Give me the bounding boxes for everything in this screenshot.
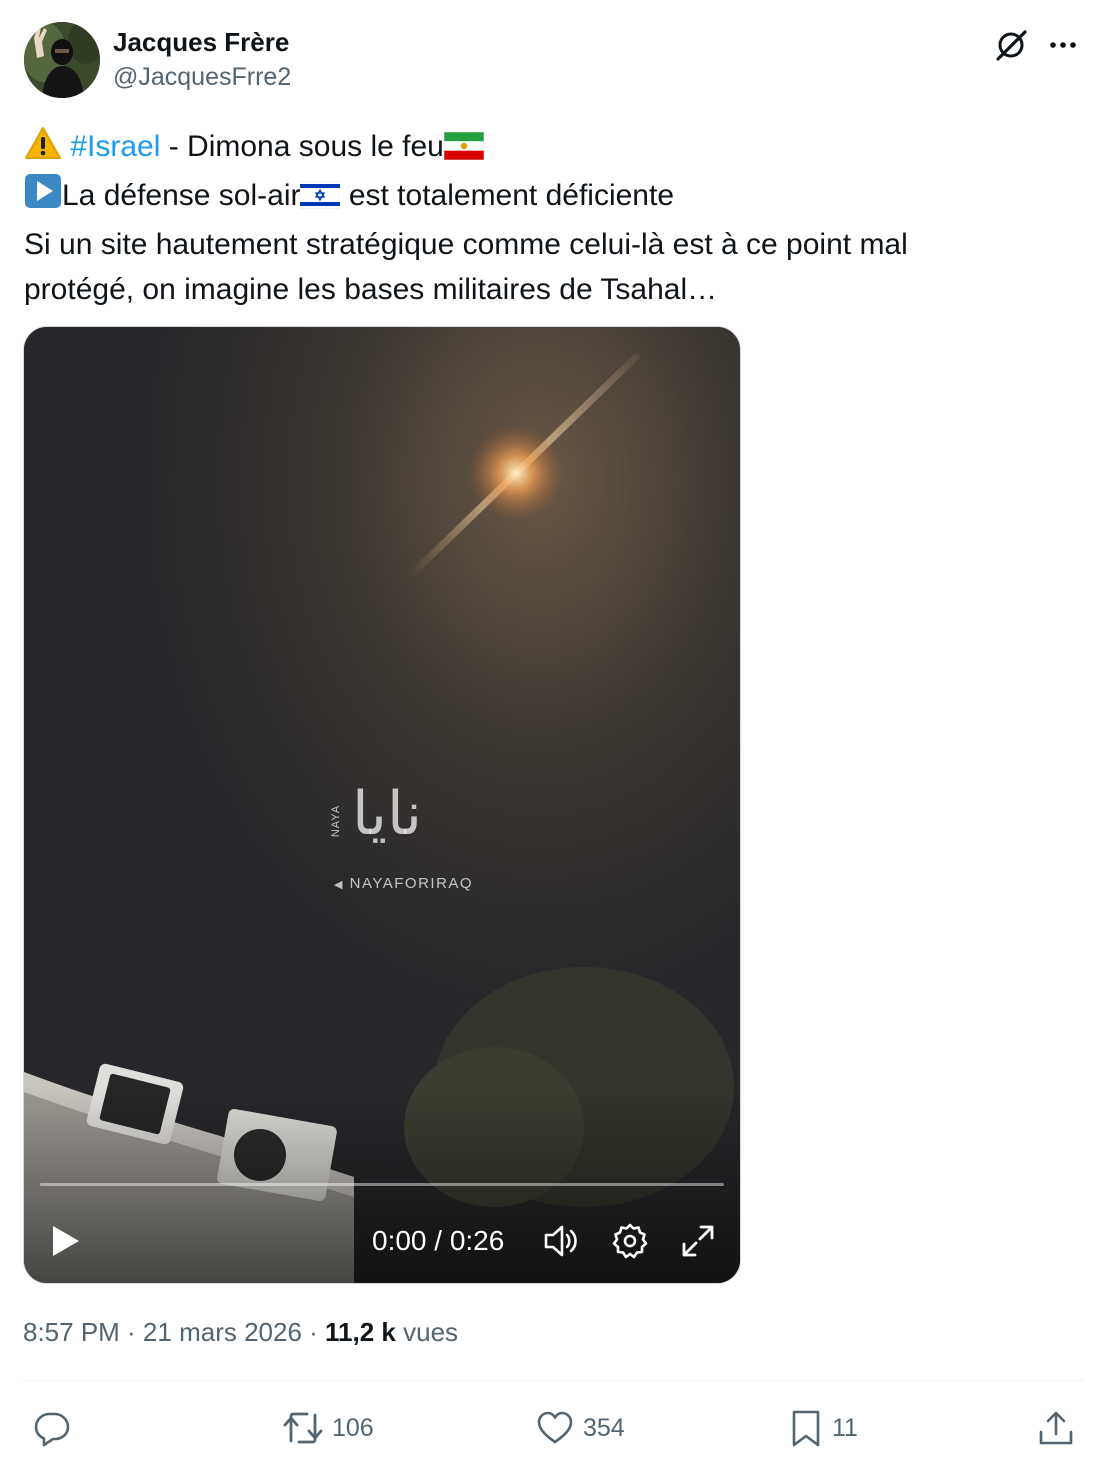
watermark-naya-small: NAYA (330, 804, 343, 838)
reply-icon (34, 1412, 70, 1447)
tweet-timestamp[interactable]: 8:57 PM · 21 mars 2026 · (23, 1317, 325, 1347)
tweet-header: Jacques Frère @JacquesFrre2 (24, 22, 1080, 102)
author-names: Jacques Frère @JacquesFrre2 (113, 26, 291, 94)
iran-flag-icon (443, 128, 485, 173)
bookmark-count: 11 (832, 1413, 858, 1442)
views-count: 11,2 k (325, 1317, 396, 1347)
watermark-arabic: نايا (352, 779, 422, 849)
video-progress-bar[interactable] (40, 1183, 724, 1186)
views-label: vues (395, 1317, 459, 1347)
action-bar: 106 354 11 (0, 1398, 1104, 1458)
israel-flag-icon (300, 177, 341, 222)
tweet-meta: 8:57 PM · 21 mars 2026 · 11,2 k vues (23, 1312, 458, 1352)
video-player[interactable]: نايا NAYA ◀ NAYAFORIRAQ 0:00 / 0:26 (23, 326, 741, 1284)
tweet-line-1: #Israel - Dimona sous le feu (24, 124, 1084, 173)
tweet-line-2-text-after: est totalement déficiente (340, 179, 675, 212)
play-icon[interactable] (48, 1223, 82, 1259)
grok-icon[interactable] (994, 28, 1028, 62)
watermark-handle: ◀ NAYAFORIRAQ (334, 875, 473, 892)
warning-icon (24, 126, 62, 173)
like-button[interactable]: 354 (535, 1398, 625, 1458)
share-icon (1039, 1411, 1073, 1445)
retweet-count: 106 (332, 1413, 374, 1442)
tweet-line-4: protégé, on imagine les bases militaires… (24, 273, 718, 306)
reply-button[interactable] (32, 1398, 80, 1458)
play-button-emoji-icon (24, 173, 62, 222)
retweet-button[interactable]: 106 (282, 1398, 374, 1458)
watermark-handle-text: NAYAFORIRAQ (349, 875, 474, 892)
video-time: 0:00 / 0:26 (372, 1225, 505, 1256)
tweet-line-2: La défense sol-air est totalement défici… (24, 173, 1084, 222)
handle[interactable]: @JacquesFrre2 (113, 60, 291, 94)
bookmark-button[interactable]: 11 (788, 1398, 858, 1458)
bookmark-icon (792, 1410, 820, 1447)
tweet-text: #Israel - Dimona sous le feu La défense … (24, 124, 1084, 312)
heart-icon (537, 1411, 573, 1444)
video-controls: 0:00 / 0:26 (24, 1207, 740, 1277)
avatar[interactable] (24, 22, 100, 98)
tweet-line-3: Si un site hautement stratégique comme c… (24, 228, 908, 261)
divider (23, 1380, 1084, 1381)
volume-muted-icon[interactable] (542, 1221, 582, 1261)
fullscreen-icon[interactable] (678, 1221, 718, 1261)
more-icon[interactable] (1046, 28, 1080, 62)
like-count: 354 (583, 1413, 625, 1442)
tweet-line-2-text-before: La défense sol-air (62, 179, 301, 212)
display-name[interactable]: Jacques Frère (113, 26, 291, 58)
settings-gear-icon[interactable] (610, 1221, 650, 1261)
hashtag-israel[interactable]: #Israel (70, 130, 160, 163)
share-button[interactable] (1036, 1398, 1076, 1458)
telegram-icon: ◀ (334, 879, 344, 891)
watermark: نايا NAYA ◀ NAYAFORIRAQ (330, 779, 473, 905)
retweet-icon (283, 1412, 323, 1444)
tweet-line-1-text: - Dimona sous le feu (160, 130, 444, 163)
